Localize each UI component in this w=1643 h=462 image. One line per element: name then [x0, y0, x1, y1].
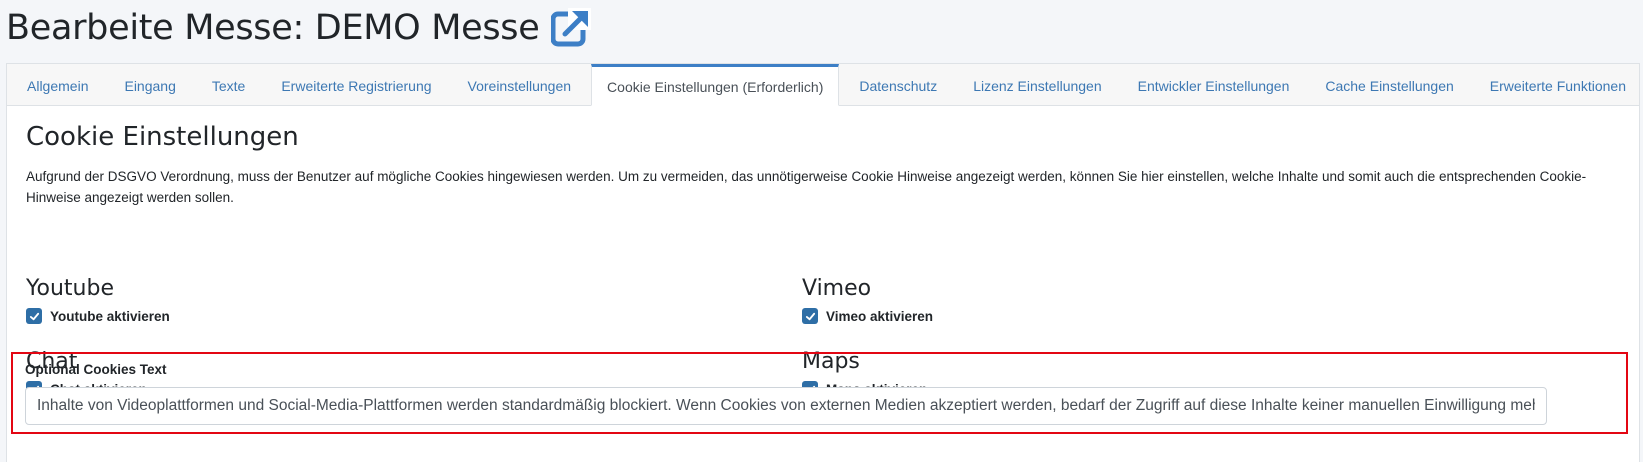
youtube-group: Youtube Youtube aktivieren: [26, 276, 170, 324]
optional-cookies-input[interactable]: [25, 387, 1547, 425]
section-title: Cookie Einstellungen: [26, 122, 299, 152]
vimeo-checkbox-row: Vimeo aktivieren: [802, 308, 933, 324]
tab-bar: Allgemein Eingang Texte Erweiterte Regis…: [7, 64, 1639, 106]
check-icon: [805, 312, 815, 320]
optional-cookies-label: Optional Cookies Text: [25, 362, 167, 377]
tab-allgemein[interactable]: Allgemein: [11, 64, 104, 106]
page-title: Bearbeite Messe: DEMO Messe: [6, 8, 540, 48]
vimeo-title: Vimeo: [802, 276, 872, 301]
external-link-icon[interactable]: [550, 8, 595, 48]
tab-lizenz-einstellungen[interactable]: Lizenz Einstellungen: [957, 64, 1117, 106]
tab-cookie-einstellungen[interactable]: Cookie Einstellungen (Erforderlich): [591, 64, 840, 106]
tab-erweiterte-registrierung[interactable]: Erweiterte Registrierung: [265, 64, 447, 106]
section-description: Aufgrund der DSGVO Verordnung, muss der …: [26, 169, 1587, 205]
vimeo-checkbox[interactable]: [802, 308, 818, 324]
youtube-checkbox[interactable]: [26, 308, 42, 324]
vimeo-group: Vimeo Vimeo aktivieren: [802, 276, 933, 324]
tab-cache-einstellungen[interactable]: Cache Einstellungen: [1309, 64, 1469, 106]
youtube-title: Youtube: [26, 276, 114, 301]
tab-voreinstellungen[interactable]: Voreinstellungen: [452, 64, 588, 106]
tab-datenschutz[interactable]: Datenschutz: [843, 64, 953, 106]
cookie-settings-panel: Cookie Einstellungen Aufgrund der DSGVO …: [26, 122, 1619, 397]
tab-texte[interactable]: Texte: [196, 64, 261, 106]
vimeo-checkbox-label[interactable]: Vimeo aktivieren: [826, 309, 933, 324]
tab-eingang[interactable]: Eingang: [108, 64, 191, 106]
tab-entwickler-einstellungen[interactable]: Entwickler Einstellungen: [1122, 64, 1306, 106]
youtube-checkbox-row: Youtube aktivieren: [26, 308, 170, 324]
youtube-checkbox-label[interactable]: Youtube aktivieren: [50, 309, 170, 324]
page-header: Bearbeite Messe: DEMO Messe: [6, 8, 595, 48]
check-icon: [29, 312, 39, 320]
tab-erweiterte-funktionen[interactable]: Erweiterte Funktionen: [1474, 64, 1642, 106]
optional-cookies-highlight: Optional Cookies Text: [11, 352, 1628, 434]
